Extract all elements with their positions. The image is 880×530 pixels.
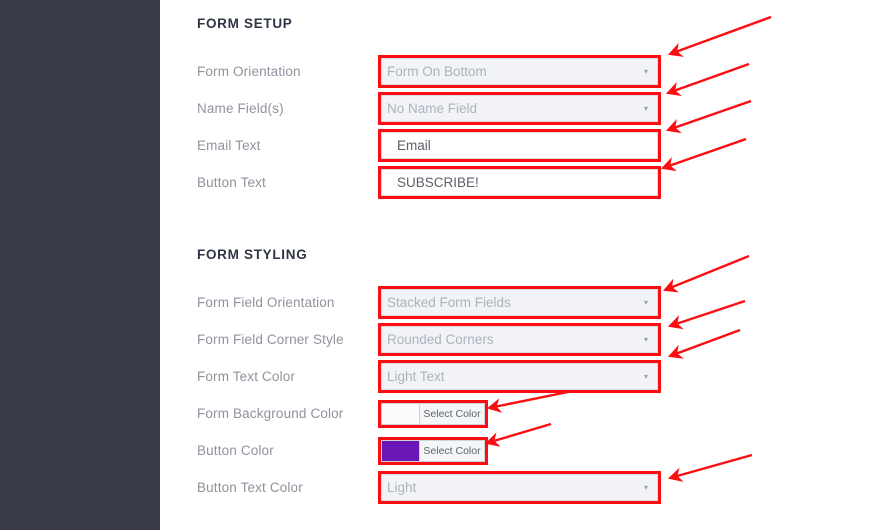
label-form-orientation: Form Orientation xyxy=(197,64,301,79)
chevron-down-icon: ▾ xyxy=(643,297,648,307)
row-form-field-orientation: Form Field Orientation Stacked Form Fiel… xyxy=(197,284,880,321)
row-email-text: Email Text Email xyxy=(197,127,880,164)
select-form-field-orientation-value: Stacked Form Fields xyxy=(387,295,511,310)
colorpicker-button-color[interactable]: Select Color xyxy=(381,439,485,462)
highlight-email-text: Email xyxy=(378,129,661,162)
highlight-form-field-orientation: Stacked Form Fields ▾ xyxy=(378,286,661,319)
label-button-color: Button Color xyxy=(197,443,274,458)
row-name-fields: Name Field(s) No Name Field ▾ xyxy=(197,90,880,127)
label-form-background-color: Form Background Color xyxy=(197,406,344,421)
chevron-down-icon: ▾ xyxy=(643,334,648,344)
label-button-text: Button Text xyxy=(197,175,266,190)
color-swatch-form-background[interactable] xyxy=(382,403,420,424)
row-form-background-color: Form Background Color Select Color xyxy=(197,395,880,432)
select-button-text-color[interactable]: Light ▾ xyxy=(381,474,658,501)
input-email-text[interactable]: Email xyxy=(381,132,658,159)
row-button-text: Button Text SUBSCRIBE! xyxy=(197,164,880,201)
highlight-button-text: SUBSCRIBE! xyxy=(378,166,661,199)
select-name-fields[interactable]: No Name Field ▾ xyxy=(381,95,658,122)
label-email-text: Email Text xyxy=(197,138,261,153)
color-swatch-button-color[interactable] xyxy=(382,440,420,461)
section-title-form-styling: FORM STYLING xyxy=(197,247,308,262)
label-button-text-color: Button Text Color xyxy=(197,480,303,495)
section-form-setup: FORM SETUP Form Orientation Form On Bott… xyxy=(197,16,880,201)
row-form-field-corner-style: Form Field Corner Style Rounded Corners … xyxy=(197,321,880,358)
chevron-down-icon: ▾ xyxy=(643,103,648,113)
label-form-field-orientation: Form Field Orientation xyxy=(197,295,335,310)
select-form-text-color[interactable]: Light Text ▾ xyxy=(381,363,658,390)
section-form-styling: FORM STYLING Form Field Orientation Stac… xyxy=(197,247,880,506)
label-name-fields: Name Field(s) xyxy=(197,101,284,116)
select-name-fields-value: No Name Field xyxy=(387,101,478,116)
colorpicker-form-background-color[interactable]: Select Color xyxy=(381,402,485,425)
highlight-button-color: Select Color xyxy=(378,436,488,465)
settings-panel-screen: FORM SETUP Form Orientation Form On Bott… xyxy=(0,0,880,530)
select-color-button-button-color[interactable]: Select Color xyxy=(420,440,484,461)
row-button-text-color: Button Text Color Light ▾ xyxy=(197,469,880,506)
input-button-text-value: SUBSCRIBE! xyxy=(397,175,479,190)
select-form-field-corner-style[interactable]: Rounded Corners ▾ xyxy=(381,326,658,353)
highlight-form-background-color: Select Color xyxy=(378,399,488,428)
chevron-down-icon: ▾ xyxy=(643,371,648,381)
highlight-name-fields: No Name Field ▾ xyxy=(378,92,661,125)
input-button-text[interactable]: SUBSCRIBE! xyxy=(381,169,658,196)
label-form-field-corner-style: Form Field Corner Style xyxy=(197,332,344,347)
chevron-down-icon: ▾ xyxy=(643,66,648,76)
highlight-form-text-color: Light Text ▾ xyxy=(378,360,661,393)
select-color-button-form-background[interactable]: Select Color xyxy=(420,403,484,424)
input-email-text-value: Email xyxy=(397,138,431,153)
section-title-form-setup: FORM SETUP xyxy=(197,16,293,31)
select-form-orientation[interactable]: Form On Bottom ▾ xyxy=(381,58,658,85)
select-form-text-color-value: Light Text xyxy=(387,369,445,384)
select-button-text-color-value: Light xyxy=(387,480,417,495)
select-form-field-orientation[interactable]: Stacked Form Fields ▾ xyxy=(381,289,658,316)
highlight-form-orientation: Form On Bottom ▾ xyxy=(378,55,661,88)
row-form-text-color: Form Text Color Light Text ▾ xyxy=(197,358,880,395)
left-sidebar-rail xyxy=(0,0,160,530)
highlight-form-field-corner-style: Rounded Corners ▾ xyxy=(378,323,661,356)
label-form-text-color: Form Text Color xyxy=(197,369,296,384)
settings-content-area: FORM SETUP Form Orientation Form On Bott… xyxy=(160,0,880,530)
highlight-button-text-color: Light ▾ xyxy=(378,471,661,504)
row-button-color: Button Color Select Color xyxy=(197,432,880,469)
chevron-down-icon: ▾ xyxy=(643,482,648,492)
select-form-orientation-value: Form On Bottom xyxy=(387,64,487,79)
row-form-orientation: Form Orientation Form On Bottom ▾ xyxy=(197,53,880,90)
select-form-field-corner-style-value: Rounded Corners xyxy=(387,332,494,347)
